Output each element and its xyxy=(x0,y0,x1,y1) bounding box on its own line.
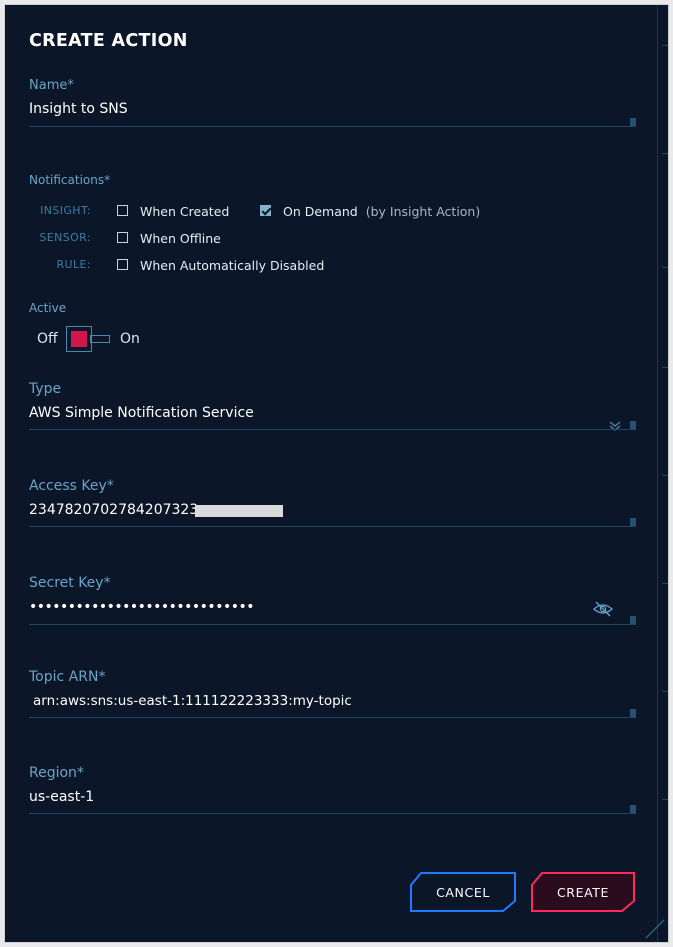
region-underline xyxy=(29,805,636,814)
on-demand-text: On Demand xyxy=(283,204,358,219)
type-select[interactable]: AWS Simple Notification Service xyxy=(29,405,254,421)
when-created-checkbox[interactable] xyxy=(117,205,128,216)
type-underline xyxy=(29,421,636,430)
rule-category-label: RULE: xyxy=(56,258,91,271)
right-edge-decoration xyxy=(657,5,668,942)
redaction-block xyxy=(195,505,283,517)
access-key-input[interactable]: 2347820702784207323 xyxy=(29,502,198,518)
access-key-underline xyxy=(29,518,636,527)
when-auto-disabled-checkbox[interactable] xyxy=(117,259,128,270)
create-action-dialog: CREATE ACTION Name* Insight to SNS Notif… xyxy=(4,4,669,943)
toggle-knob-frame xyxy=(66,326,92,352)
create-button-label: CREATE xyxy=(556,884,610,900)
when-auto-disabled-label: When Automatically Disabled xyxy=(140,258,325,273)
cancel-button-label: CANCEL xyxy=(436,884,490,900)
eye-slash-icon[interactable] xyxy=(593,601,613,621)
name-input[interactable]: Insight to SNS xyxy=(29,101,128,117)
double-chevron-down-icon[interactable] xyxy=(608,417,622,436)
dialog-title: CREATE ACTION xyxy=(29,31,188,51)
insight-category-label: INSIGHT: xyxy=(40,204,91,217)
toggle-track xyxy=(90,335,110,343)
on-demand-label: On Demand (by Insight Action) xyxy=(283,204,480,219)
secret-key-underline xyxy=(29,616,636,625)
toggle-knob xyxy=(71,331,87,347)
region-input[interactable]: us-east-1 xyxy=(29,789,94,805)
when-created-label: When Created xyxy=(140,204,230,219)
region-label: Region* xyxy=(29,765,84,781)
active-label: Active xyxy=(29,301,67,315)
name-underline xyxy=(29,118,636,127)
toggle-on-label: On xyxy=(120,331,140,347)
topic-arn-label: Topic ARN* xyxy=(29,669,106,685)
cancel-button[interactable]: CANCEL xyxy=(409,871,517,913)
active-toggle[interactable] xyxy=(66,326,112,352)
secret-key-label: Secret Key* xyxy=(29,575,111,591)
secret-key-input[interactable]: ••••••••••••••••••••••••••••• xyxy=(29,599,254,615)
when-offline-checkbox[interactable] xyxy=(117,232,128,243)
when-offline-label: When Offline xyxy=(140,231,221,246)
toggle-off-label: Off xyxy=(37,331,58,347)
on-demand-hint: (by Insight Action) xyxy=(365,204,481,219)
type-label: Type xyxy=(29,381,62,397)
on-demand-checkbox[interactable] xyxy=(260,205,271,216)
topic-arn-underline xyxy=(29,709,636,718)
sensor-category-label: SENSOR: xyxy=(39,231,91,244)
topic-arn-input[interactable]: arn:aws:sns:us-east-1:111122223333:my-to… xyxy=(33,693,352,709)
create-button[interactable]: CREATE xyxy=(530,871,636,913)
access-key-label: Access Key* xyxy=(29,478,114,494)
notifications-label: Notifications* xyxy=(29,173,111,187)
name-label: Name* xyxy=(29,78,74,93)
corner-decoration xyxy=(645,919,665,939)
